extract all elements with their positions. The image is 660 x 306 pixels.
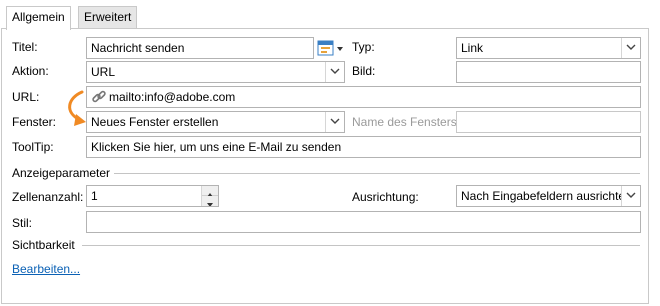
url-input-value: mailto:info@adobe.com (109, 90, 236, 104)
edit-visibility-link[interactable]: Bearbeiten... (12, 262, 80, 276)
caret-down-icon (207, 203, 213, 206)
tab-allgemein-label: Allgemein (12, 10, 65, 24)
action-select-value: URL (91, 65, 116, 79)
chevron-down-icon (325, 112, 344, 132)
alignment-select[interactable]: Nach Eingabefeldern ausrichten (456, 185, 641, 207)
window-label: Fenster: (12, 115, 57, 129)
stepper-down-button[interactable] (202, 196, 218, 206)
image-input[interactable] (456, 61, 641, 83)
title-label: Titel: (12, 40, 38, 54)
window-select[interactable]: Neues Fenster erstellen (86, 111, 345, 133)
action-select[interactable]: URL (86, 61, 345, 83)
visibility-section-divider (82, 245, 640, 246)
stepper-buttons (201, 186, 218, 206)
display-section-divider (114, 173, 640, 174)
url-label: URL: (12, 90, 40, 104)
visibility-section-title: Sichtbarkeit (12, 238, 75, 252)
cell-count-label: Zellenanzahl: (12, 190, 84, 204)
cell-count-value: 1 (91, 189, 98, 203)
action-label: Aktion: (12, 64, 49, 78)
window-name-label: Name des Fensters: (352, 115, 461, 129)
type-select-value: Link (461, 41, 484, 55)
chevron-down-icon (621, 186, 640, 206)
stepper-up-button[interactable] (202, 186, 218, 197)
tooltip-label: ToolTip: (12, 140, 54, 154)
alignment-label: Ausrichtung: (352, 190, 419, 204)
url-input[interactable]: mailto:info@adobe.com (86, 86, 641, 108)
tooltip-input[interactable]: Klicken Sie hier, um uns eine E-Mail zu … (86, 136, 641, 158)
style-label: Stil: (12, 216, 33, 230)
image-label: Bild: (352, 64, 376, 78)
type-label: Typ: (352, 40, 375, 54)
window-name-input[interactable] (456, 111, 641, 133)
chevron-down-icon (325, 62, 344, 82)
tab-erweitert-label: Erweitert (84, 10, 132, 24)
chevron-down-icon (621, 38, 640, 58)
display-section-title: Anzeigeparameter (12, 166, 111, 180)
tooltip-input-value: Klicken Sie hier, um uns eine E-Mail zu … (91, 140, 342, 154)
alignment-select-value: Nach Eingabefeldern ausrichten (461, 189, 621, 203)
title-picker-button[interactable] (317, 39, 347, 57)
window-select-value: Neues Fenster erstellen (91, 115, 219, 129)
cell-count-stepper[interactable]: 1 (86, 185, 219, 207)
tab-erweitert[interactable]: Erweitert (78, 6, 138, 28)
calendar-picker-icon (317, 40, 343, 56)
title-input-value: Nachricht senden (91, 41, 185, 55)
tab-allgemein[interactable]: Allgemein (6, 6, 71, 30)
style-input[interactable] (86, 211, 641, 233)
title-input[interactable]: Nachricht senden (86, 37, 314, 59)
type-select[interactable]: Link (456, 37, 641, 59)
